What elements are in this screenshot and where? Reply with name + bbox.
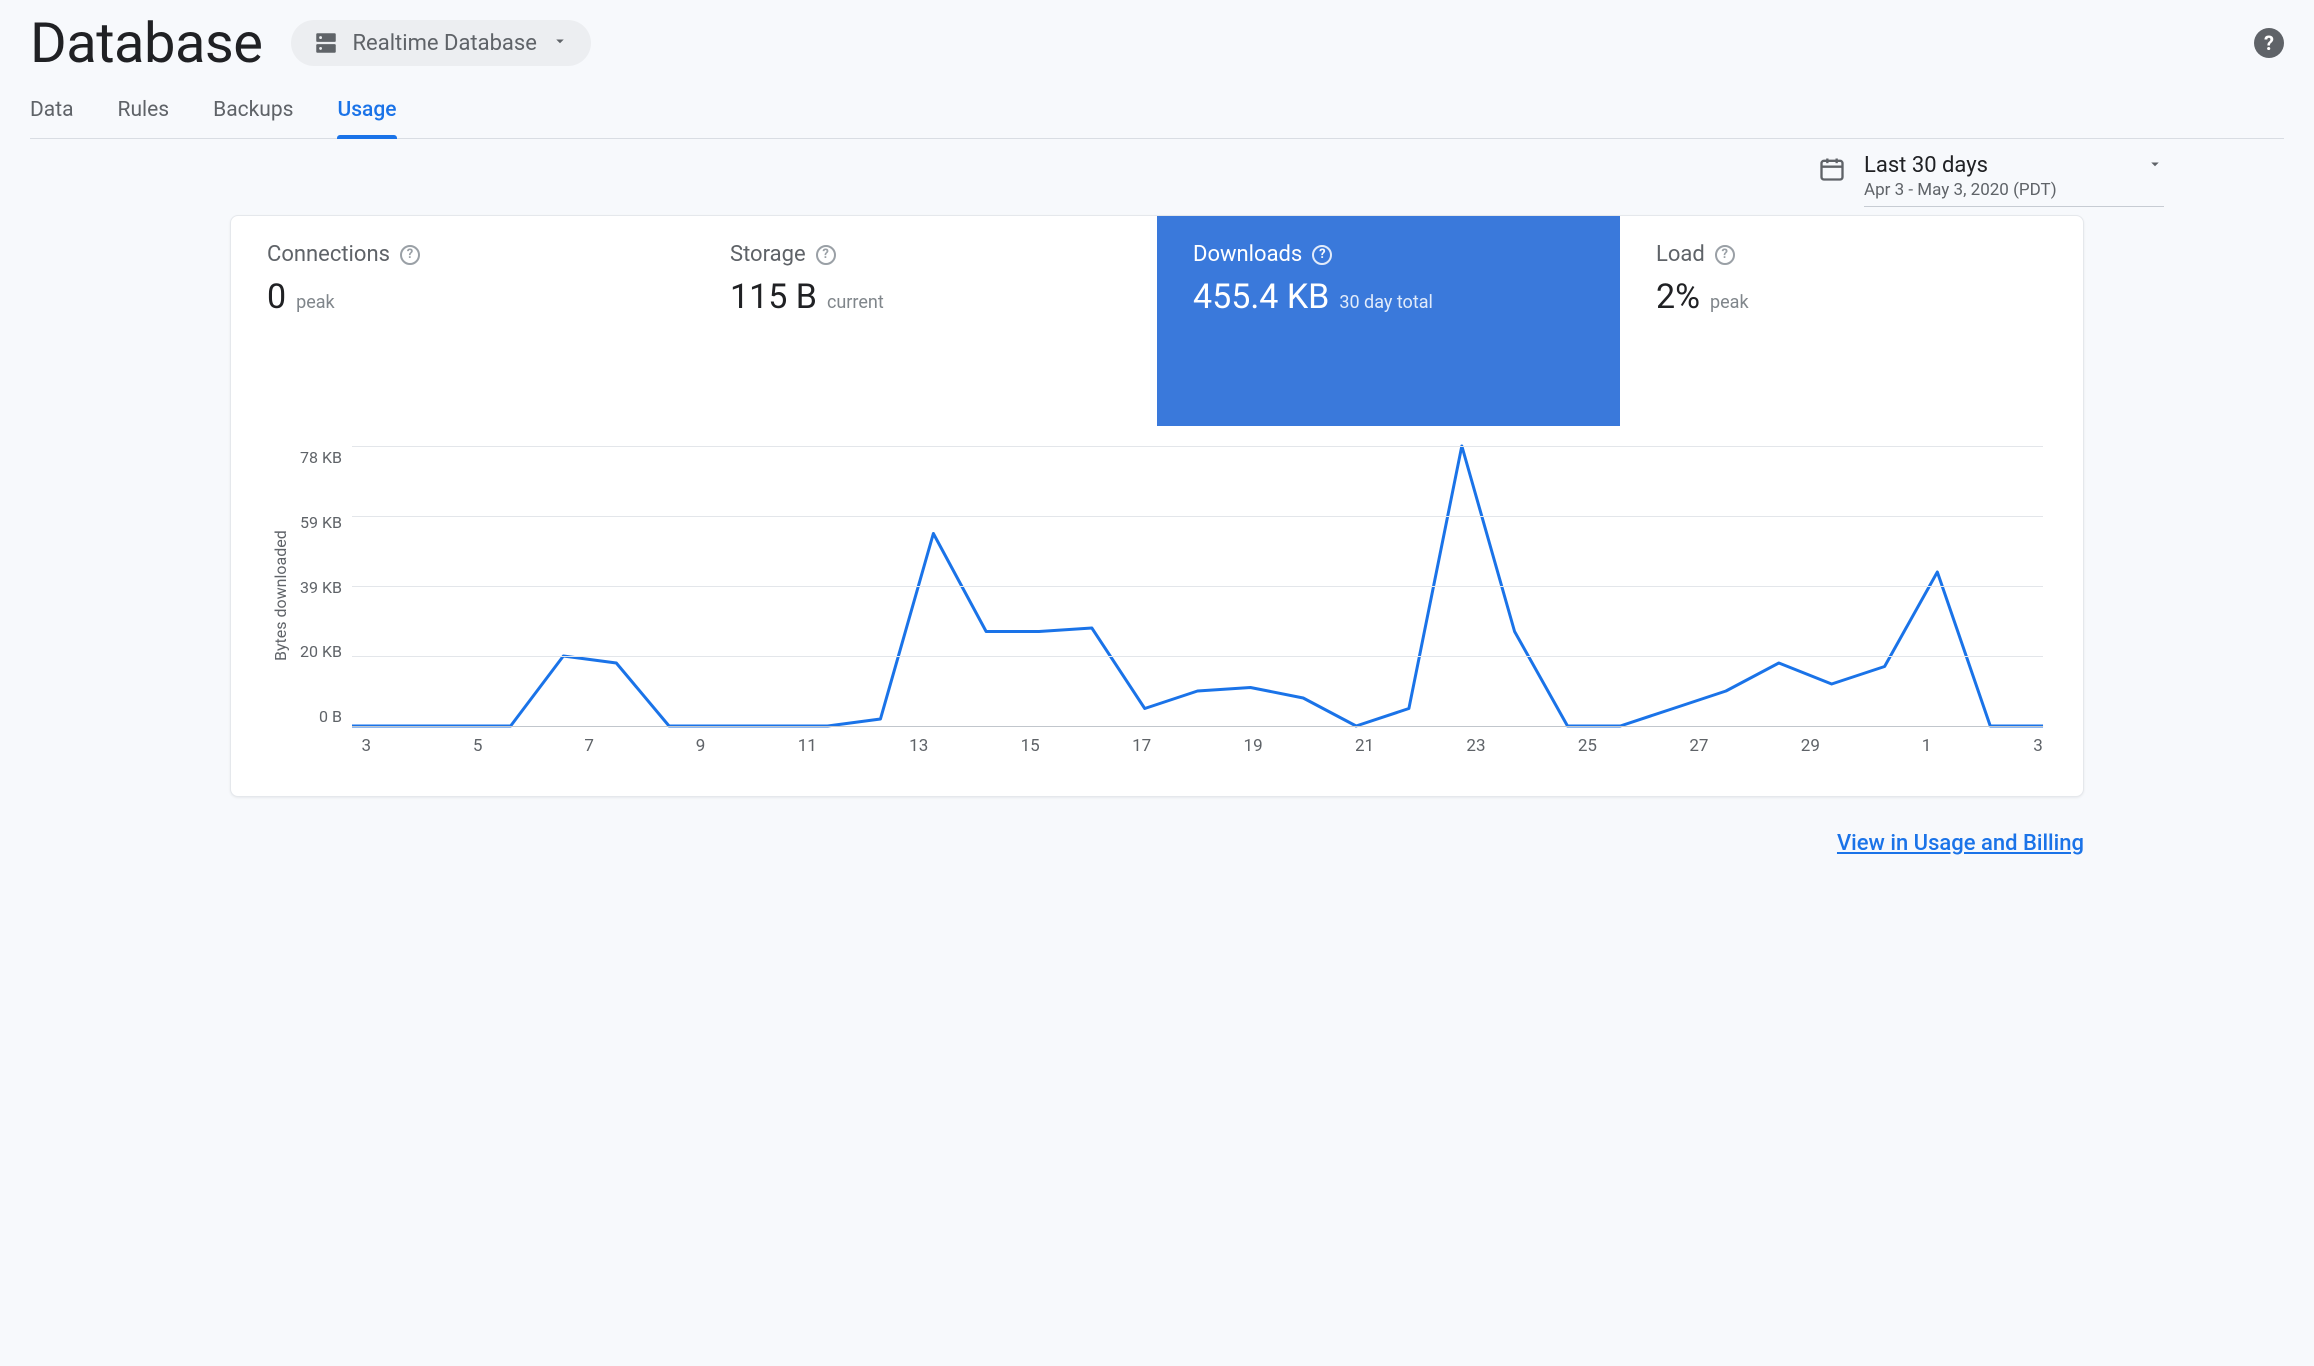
help-icon[interactable]: ? [2254, 28, 2284, 58]
y-tick: 20 KB [300, 642, 342, 661]
usage-card: Connections ? 0 peak Storage ? 115 B cur… [230, 215, 2084, 797]
metric-storage[interactable]: Storage ? 115 B current [694, 216, 1157, 426]
metric-title: Connections [267, 242, 390, 267]
metric-value: 0 [267, 277, 286, 317]
chart-area: Bytes downloaded 78 KB 59 KB 39 KB 20 KB 0 B… [231, 426, 2083, 796]
metric-title: Load [1656, 242, 1705, 267]
info-icon[interactable]: ? [1312, 245, 1332, 265]
tab-data[interactable]: Data [30, 94, 74, 138]
y-tick: 39 KB [300, 578, 342, 597]
tabs: Data Rules Backups Usage [30, 94, 2284, 139]
database-icon [313, 30, 339, 56]
database-selector[interactable]: Realtime Database [291, 20, 591, 66]
y-tick: 59 KB [300, 513, 342, 532]
date-range-selector: Last 30 days Apr 3 - May 3, 2020 (PDT) [30, 153, 2164, 207]
x-axis-ticks: 35791113151719212325272913 [371, 736, 2043, 756]
dropdown-caret-icon [551, 32, 569, 54]
metric-value: 455.4 KB [1193, 277, 1329, 317]
metric-connections[interactable]: Connections ? 0 peak [231, 216, 694, 426]
metric-downloads[interactable]: Downloads ? 455.4 KB 30 day total [1157, 216, 1620, 426]
grid-line [352, 656, 2043, 657]
view-usage-billing-link[interactable]: View in Usage and Billing [1837, 831, 2084, 856]
calendar-icon [1818, 155, 1846, 187]
tab-backups[interactable]: Backups [213, 94, 293, 138]
info-icon[interactable]: ? [1715, 245, 1735, 265]
metric-sublabel: peak [296, 292, 335, 313]
metric-sublabel: peak [1710, 292, 1749, 313]
tab-rules[interactable]: Rules [118, 94, 170, 138]
page-title: Database [30, 10, 263, 76]
date-range-detail: Apr 3 - May 3, 2020 (PDT) [1864, 180, 2164, 200]
metric-sublabel: current [827, 292, 884, 313]
metric-value: 115 B [730, 277, 817, 317]
grid-line [352, 726, 2043, 727]
database-selector-label: Realtime Database [353, 31, 537, 56]
header: Database Realtime Database ? [30, 10, 2284, 76]
y-tick: 0 B [319, 707, 342, 726]
y-tick: 78 KB [300, 448, 342, 467]
y-axis-label: Bytes downloaded [271, 446, 290, 726]
dropdown-caret-icon [2146, 155, 2164, 177]
date-range-label: Last 30 days [1864, 153, 1988, 178]
tab-usage[interactable]: Usage [337, 94, 396, 138]
grid-line [352, 516, 2043, 517]
grid-line [352, 586, 2043, 587]
metrics-row: Connections ? 0 peak Storage ? 115 B cur… [231, 216, 2083, 426]
date-range-dropdown[interactable]: Last 30 days Apr 3 - May 3, 2020 (PDT) [1864, 153, 2164, 207]
metric-sublabel: 30 day total [1339, 292, 1433, 313]
chart-plot [352, 446, 2043, 726]
metric-load[interactable]: Load ? 2% peak [1620, 216, 2083, 426]
info-icon[interactable]: ? [816, 245, 836, 265]
info-icon[interactable]: ? [400, 245, 420, 265]
metric-title: Storage [730, 242, 806, 267]
y-axis-ticks: 78 KB 59 KB 39 KB 20 KB 0 B [300, 446, 342, 726]
grid-line [352, 446, 2043, 447]
metric-value: 2% [1656, 277, 1700, 317]
metric-title: Downloads [1193, 242, 1302, 267]
